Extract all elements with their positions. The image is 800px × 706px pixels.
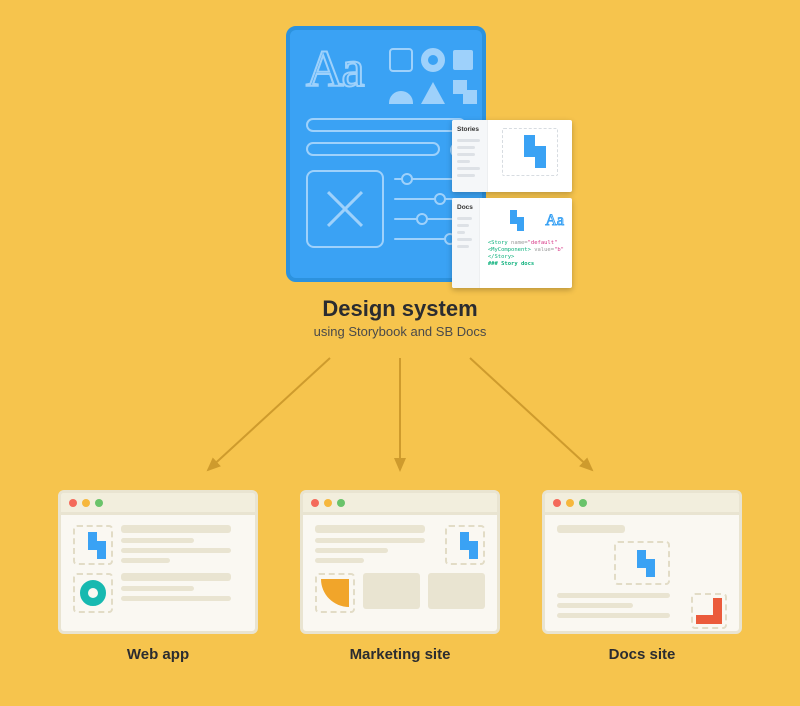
component-slot	[73, 573, 113, 613]
tetromino-icon	[503, 210, 525, 232]
docs-site-mockup	[542, 490, 742, 634]
donut-icon	[421, 48, 445, 72]
donut-icon	[80, 580, 106, 606]
browser-chrome-icon	[545, 493, 739, 515]
image-placeholder-icon	[306, 170, 384, 248]
code-snippet-footer: ### Story docs	[488, 261, 564, 268]
code-snippet-line: </Story>	[488, 254, 564, 261]
component-slot	[315, 573, 355, 613]
component-slot	[445, 525, 485, 565]
marketing-site-caption: Marketing site	[300, 646, 500, 663]
square-outline-icon	[389, 48, 413, 72]
quarter-circle-icon	[321, 579, 349, 607]
marketing-site-mockup	[300, 490, 500, 634]
l-shape-icon	[696, 598, 722, 624]
tetromino-icon	[452, 532, 478, 558]
design-system-title-block: Design system using Storybook and SB Doc…	[0, 296, 800, 339]
typography-sample: Aa	[306, 44, 363, 96]
design-system-subtitle: using Storybook and SB Docs	[0, 324, 800, 339]
triangle-icon	[421, 82, 445, 104]
wireframe-line-icon	[306, 118, 466, 132]
storybook-docs-panel: Docs Aa <Story name="default" <MyCompone…	[452, 198, 572, 288]
docs-typography-sample: Aa	[545, 211, 564, 232]
docs-site-caption: Docs site	[542, 646, 742, 663]
stories-panel-title: Stories	[457, 126, 482, 133]
component-slot	[691, 593, 727, 629]
tetromino-icon	[629, 550, 655, 576]
wireframe-pill-icon	[306, 142, 440, 156]
browser-chrome-icon	[303, 493, 497, 515]
tetromino-icon	[513, 135, 547, 169]
component-slot	[614, 541, 670, 585]
browser-chrome-icon	[61, 493, 255, 515]
tetromino-icon	[80, 532, 106, 558]
component-slot	[73, 525, 113, 565]
storybook-stories-panel: Stories	[452, 120, 572, 192]
docs-panel-title: Docs	[457, 204, 474, 211]
web-app-caption: Web app	[58, 646, 258, 663]
code-snippet-line: <MyComponent> value="b"	[488, 247, 564, 254]
design-system-title: Design system	[0, 296, 800, 322]
step-icon	[453, 80, 477, 104]
square-filled-icon	[453, 50, 473, 70]
code-snippet-line: <Story name="default"	[488, 240, 564, 247]
shape-grid-icon	[389, 48, 477, 104]
half-circle-icon	[389, 91, 413, 104]
web-app-mockup	[58, 490, 258, 634]
